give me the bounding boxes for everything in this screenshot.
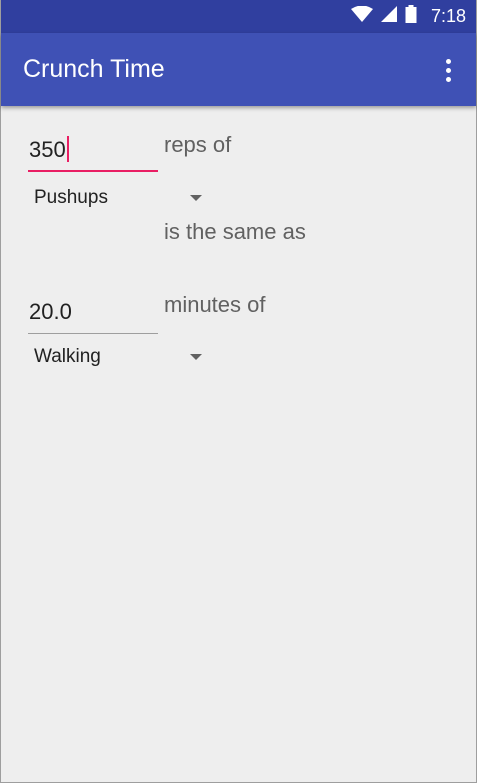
wifi-icon [350, 5, 373, 27]
reps-value: 350 [29, 137, 66, 162]
equivalence-label: is the same as [164, 219, 306, 244]
dropdown-arrow-icon [190, 354, 202, 360]
exercise2-selected: Walking [34, 346, 101, 367]
minutes-value: 20.0 [29, 299, 72, 324]
minutes-input[interactable]: 20.0 [28, 294, 158, 334]
status-bar: 7:18 [1, 0, 476, 33]
reps-label: reps of [164, 132, 232, 157]
battery-icon [405, 5, 417, 28]
app-title: Crunch Time [23, 55, 165, 83]
app-bar: Crunch Time [1, 33, 476, 106]
exercise2-spinner[interactable]: Walking [28, 343, 208, 373]
exercise1-spinner[interactable]: Pushups [28, 184, 208, 214]
dropdown-arrow-icon [190, 195, 202, 201]
signal-icon [380, 6, 397, 27]
text-cursor [66, 136, 69, 163]
app-screen: 7:18 Crunch Time 350 reps of Pushups is … [0, 0, 477, 783]
reps-input[interactable]: 350 [28, 132, 158, 172]
exercise1-selected: Pushups [34, 187, 108, 208]
minutes-label: minutes of [164, 292, 266, 317]
status-icons: 7:18 [350, 0, 466, 33]
more-vert-icon[interactable] [438, 55, 458, 85]
status-time: 7:18 [430, 6, 466, 26]
